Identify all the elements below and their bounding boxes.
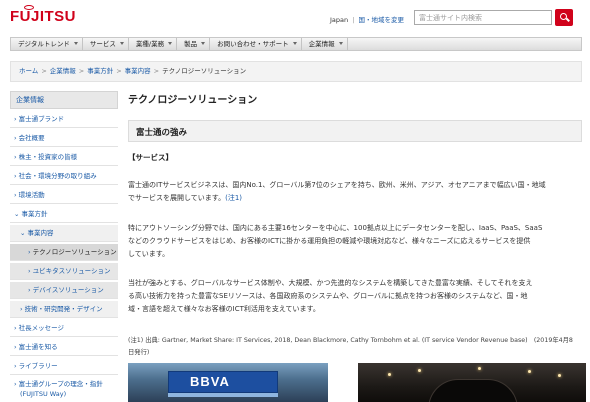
sidebar: 企業情報 › 富士通ブランド › 会社概要 › 株主・投資家の皆様 › 社会・環境分野の…	[10, 91, 118, 402]
paragraph-it-services: 富士通のITサービスビジネスは、国内No.1、グローバル第7位のシェアを持ち、欧…	[128, 181, 546, 202]
chevron-down-icon: ⌄	[14, 210, 20, 218]
chevron-right-icon: ›	[28, 248, 31, 256]
region-label: Japan	[330, 16, 349, 24]
entrance-arch	[428, 379, 518, 402]
chevron-right-icon: ›	[14, 324, 17, 332]
chevron-down-icon	[201, 42, 206, 45]
gnav-digital-trend[interactable]: デジタルトレンド	[11, 38, 83, 50]
gnav-services[interactable]: サービス	[83, 38, 129, 50]
breadcrumb: ホーム > 企業情報 > 事業方針 > 事業内容 > テクノロジーソリューション	[10, 61, 582, 82]
sidebar-heading[interactable]: 企業情報	[10, 91, 118, 109]
page-title: テクノロジーソリューション	[128, 95, 258, 106]
gnav-support[interactable]: お問い合わせ・サポート	[210, 38, 302, 50]
sidebar-item-environment[interactable]: › 環境活動	[10, 187, 118, 204]
site-search-input[interactable]: 富士通サイト内検索	[414, 10, 552, 25]
chevron-down-icon: ⌄	[20, 229, 26, 237]
section-title: 富士通の強み	[136, 128, 188, 138]
building-entrance-photo	[358, 363, 586, 402]
gnav-corporate[interactable]: 企業情報	[302, 38, 348, 50]
sidebar-item-device-solution[interactable]: › デバイスソリューション	[10, 282, 118, 299]
chevron-right-icon: ›	[14, 380, 17, 388]
sidebar-item-rnd[interactable]: › 技術・研究開発・デザイン	[10, 301, 118, 318]
infinity-mark-icon	[24, 5, 34, 10]
search-button[interactable]	[555, 9, 573, 26]
gnav-industries[interactable]: 業種/業務	[129, 38, 178, 50]
breadcrumb-corporate[interactable]: 企業情報	[50, 67, 76, 75]
sidebar-item-president-message[interactable]: › 社長メッセージ	[10, 320, 118, 337]
chevron-right-icon: ›	[14, 362, 17, 370]
region-selector: Japan | 国・地域を変更	[330, 16, 405, 24]
paragraph-outsourcing: 特にアウトソーシング分野では、国内にある主要16センターを中心に、100拠点以上…	[128, 224, 543, 258]
chevron-down-icon	[73, 42, 78, 45]
fujitsu-logo[interactable]: FUJITSU	[10, 5, 77, 25]
chevron-right-icon: ›	[14, 343, 17, 351]
global-nav: デジタルトレンド サービス 業種/業務 製品 お問い合わせ・サポート 企業情報	[10, 37, 582, 51]
footnote-link[interactable]: (注1)	[225, 194, 242, 202]
site-header: FUJITSU Japan | 国・地域を変更 富士通サイト内検索	[0, 0, 590, 36]
breadcrumb-current: テクノロジーソリューション	[162, 67, 247, 75]
sidebar-item-brand[interactable]: › 富士通ブランド	[10, 111, 118, 128]
sidebar-item-csr[interactable]: › 社会・環境分野の取り組み	[10, 168, 118, 185]
chevron-right-icon: ›	[28, 267, 31, 275]
section-header: 富士通の強み	[128, 120, 582, 142]
chevron-down-icon	[292, 42, 297, 45]
chevron-right-icon: ›	[14, 153, 17, 161]
paragraph-strengths: 当社が強みとする、グローバルなサービス体制や、大規模、かつ先進的なシステムを構築…	[128, 279, 533, 313]
chevron-right-icon: ›	[14, 172, 17, 180]
bank-branch-photo: BBVA	[128, 363, 328, 402]
sidebar-item-investors[interactable]: › 株主・投資家の皆様	[10, 149, 118, 166]
gnav-products[interactable]: 製品	[177, 38, 211, 50]
chevron-right-icon: ›	[14, 115, 17, 123]
sidebar-item-about[interactable]: › 富士通を知る	[10, 339, 118, 356]
sidebar-item-fujitsu-way[interactable]: › 富士通グループの理念・指針 (FUJITSU Way)	[10, 377, 118, 401]
chevron-down-icon	[168, 42, 173, 45]
breadcrumb-policy[interactable]: 事業方針	[87, 67, 113, 75]
change-region-link[interactable]: 国・地域を変更	[359, 16, 405, 24]
chevron-right-icon: ›	[28, 286, 31, 294]
footnote: (注1) 出典: Gartner, Market Share: IT Servi…	[128, 337, 573, 356]
services-subheading: 【サービス】	[128, 153, 173, 162]
sidebar-item-overview[interactable]: › 会社概要	[10, 130, 118, 147]
bank-sign-text: BBVA	[190, 374, 230, 389]
logo-text: FUJITSU	[10, 8, 77, 25]
chevron-down-icon	[338, 42, 343, 45]
sidebar-item-library[interactable]: › ライブラリー	[10, 358, 118, 375]
sidebar-item-business[interactable]: ⌄ 事業内容	[10, 225, 118, 242]
search-placeholder: 富士通サイト内検索	[419, 14, 482, 22]
chevron-right-icon: ›	[14, 191, 17, 199]
breadcrumb-home[interactable]: ホーム	[19, 67, 38, 75]
chevron-right-icon: ›	[14, 134, 17, 142]
sidebar-item-ubiquitous-solution[interactable]: › ユビキタスソリューション	[10, 263, 118, 280]
sidebar-item-policy[interactable]: ⌄ 事業方針	[10, 206, 118, 223]
sidebar-item-technology-solution[interactable]: › テクノロジーソリューション	[10, 244, 118, 261]
breadcrumb-business[interactable]: 事業内容	[125, 67, 151, 75]
chevron-right-icon: ›	[20, 305, 23, 313]
chevron-down-icon	[119, 42, 124, 45]
